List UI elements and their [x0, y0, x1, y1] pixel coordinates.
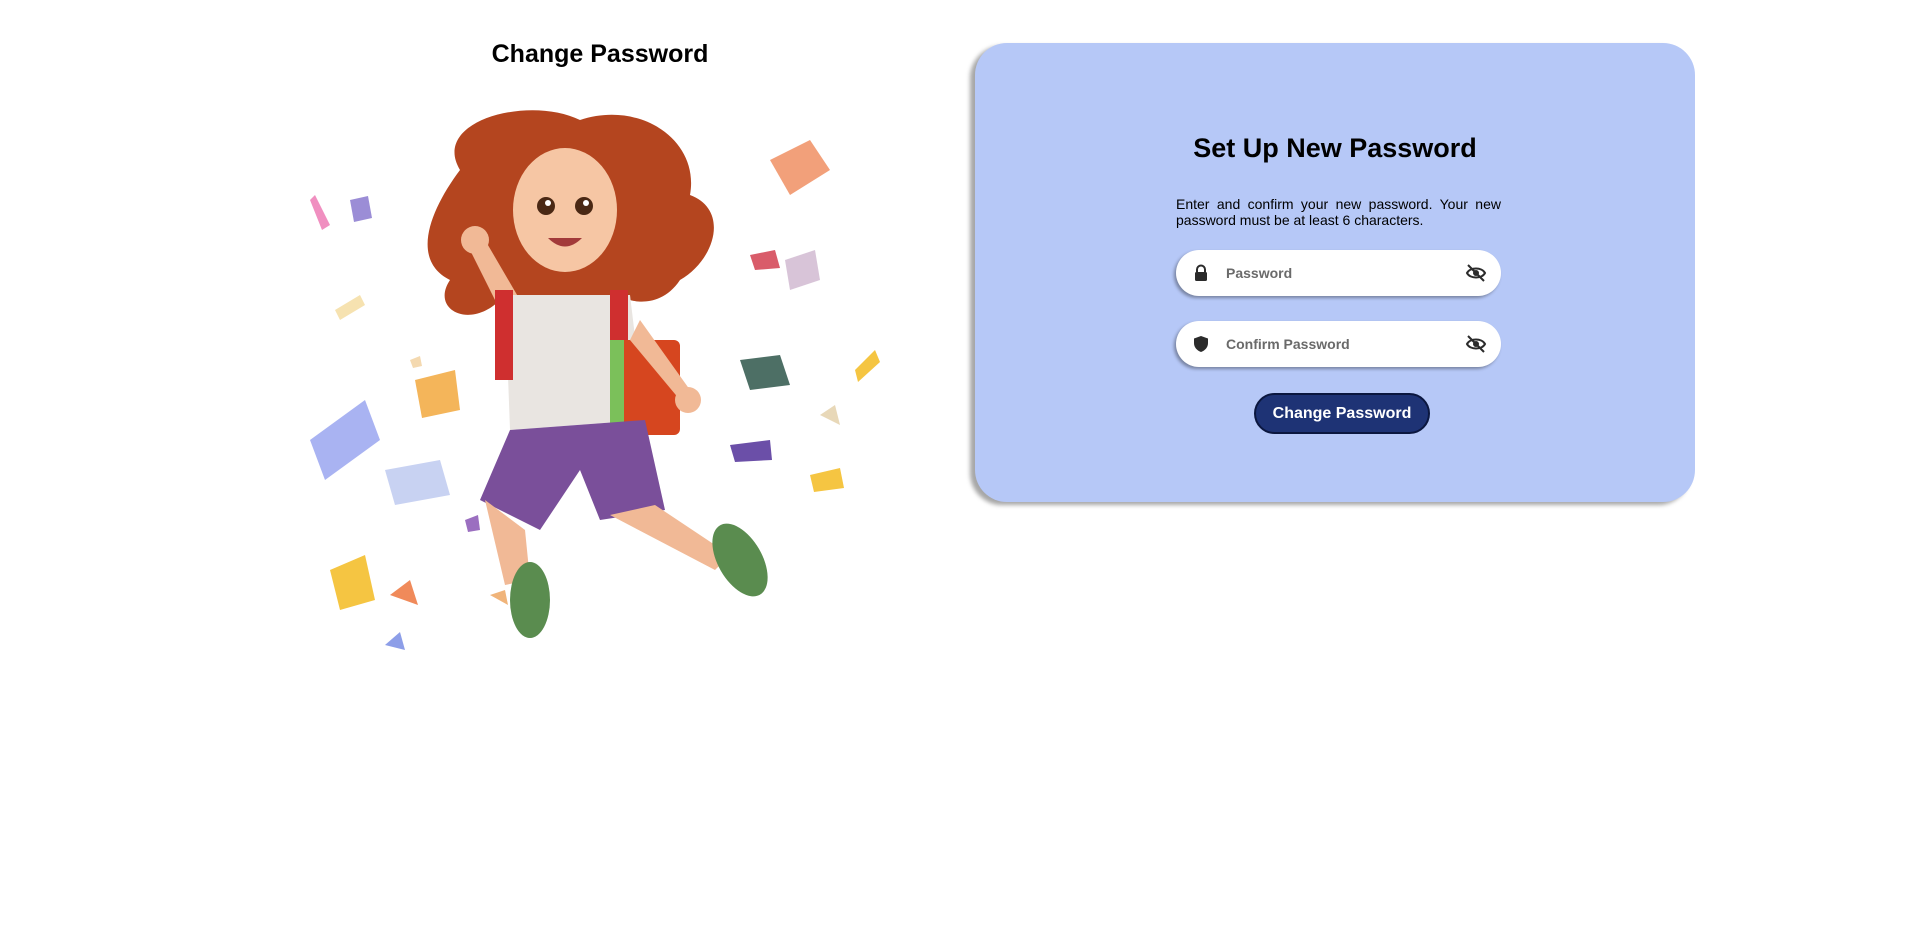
password-card: Set Up New Password Enter and confirm yo… [975, 43, 1695, 502]
student-illustration [310, 110, 880, 650]
password-field [1176, 250, 1501, 296]
confirm-password-field [1176, 321, 1501, 367]
face [513, 148, 617, 272]
shoe-left [510, 562, 550, 638]
page-title: Change Password [491, 40, 709, 68]
lock-icon [1195, 264, 1207, 281]
card-title: Set Up New Password [1193, 133, 1477, 163]
change-password-button[interactable]: Change Password [1254, 393, 1430, 434]
confirm-password-input[interactable] [1226, 329, 1446, 359]
password-input[interactable] [1226, 258, 1446, 288]
eye-slash-icon[interactable] [1465, 334, 1487, 354]
shield-icon [1194, 336, 1208, 352]
eye-slash-icon[interactable] [1465, 263, 1487, 283]
page: Change Password Set Up New Password Ente… [0, 0, 1920, 938]
card-description: Enter and confirm your new password. You… [1176, 196, 1501, 228]
left-column: Change Password [300, 0, 900, 700]
